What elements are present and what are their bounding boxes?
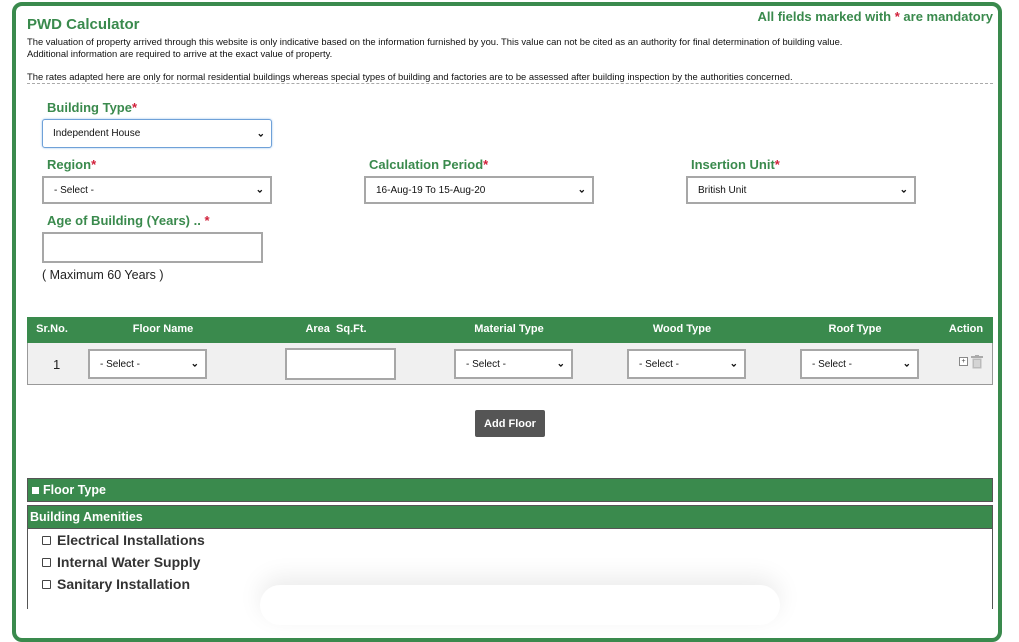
wood-type-value: - Select -: [639, 358, 680, 370]
mandatory-note-text: All fields marked with: [757, 9, 895, 24]
wood-type-select[interactable]: - Select - ⌄: [627, 349, 746, 379]
building-type-label-text: Building Type: [47, 100, 132, 115]
calculation-period-value: 16-Aug-19 To 15-Aug-20: [376, 184, 486, 196]
floor-name-select[interactable]: - Select - ⌄: [88, 349, 207, 379]
required-star: *: [91, 157, 97, 172]
chevron-down-icon: ⌄: [556, 358, 565, 370]
building-type-label: Building Type*: [47, 100, 137, 115]
material-type-select[interactable]: - Select - ⌄: [454, 349, 573, 379]
amenity-label: Electrical Installations: [57, 532, 205, 548]
header-wood-type: Wood Type: [652, 323, 712, 335]
insertion-unit-value: British Unit: [698, 184, 747, 196]
age-label: Age of Building (Years) .. *: [47, 213, 210, 228]
chevron-down-icon: ⌄: [577, 184, 586, 196]
floor-type-label: Floor Type: [43, 483, 106, 497]
building-type-value: Independent House: [53, 128, 141, 139]
header-roof-type: Roof Type: [828, 323, 882, 335]
header-action: Action: [948, 323, 984, 335]
age-input[interactable]: [42, 232, 263, 263]
amenity-item[interactable]: Sanitary Installation: [42, 576, 190, 592]
region-label-text: Region: [47, 157, 92, 172]
building-type-select[interactable]: Independent House ⌄: [42, 119, 272, 148]
required-star: *: [204, 213, 210, 228]
region-select[interactable]: - Select - ⌄: [42, 176, 272, 204]
add-floor-button[interactable]: Add Floor: [475, 410, 545, 437]
amenity-label: Internal Water Supply: [57, 554, 201, 570]
amenity-item[interactable]: Internal Water Supply: [42, 554, 200, 570]
disclaimer-rates: The rates adapted here are only for norm…: [27, 71, 793, 82]
amenity-item[interactable]: Electrical Installations: [42, 532, 205, 548]
chevron-down-icon: ⌄: [899, 184, 908, 196]
calculation-period-label-text: Calculation Period: [369, 157, 484, 172]
chevron-down-icon: ⌄: [190, 358, 199, 370]
collapse-square-icon: [32, 486, 39, 494]
region-label: Region*: [47, 157, 96, 172]
roof-type-value: - Select -: [812, 358, 853, 370]
area-input[interactable]: [285, 348, 396, 380]
trash-icon[interactable]: [971, 355, 983, 369]
mandatory-note: All fields marked with * are mandatory: [757, 9, 993, 24]
amenities-title: Building Amenities: [30, 510, 143, 524]
insertion-unit-select[interactable]: British Unit ⌄: [686, 176, 916, 204]
insertion-unit-label-text: Insertion Unit: [691, 157, 775, 172]
checkbox[interactable]: [42, 535, 51, 545]
expand-plus-icon[interactable]: +: [959, 357, 968, 366]
checkbox[interactable]: [42, 557, 51, 567]
required-star: *: [483, 157, 489, 172]
floor-table-header: Sr.No. Floor Name Area Sq.Ft. Material T…: [27, 317, 993, 344]
header-area: Area Sq.Ft.: [305, 323, 367, 335]
chevron-down-icon: ⌄: [256, 128, 265, 139]
floor-type-toggle[interactable]: Floor Type: [27, 478, 993, 502]
divider: [27, 83, 993, 84]
header-floor-name: Floor Name: [132, 323, 194, 335]
region-value: - Select -: [54, 184, 95, 196]
amenity-label: Sanitary Installation: [57, 576, 191, 592]
chevron-down-icon: ⌄: [902, 358, 911, 370]
page-title: PWD Calculator: [27, 16, 140, 33]
disclaimer-valuation: The valuation of property arrived throug…: [27, 36, 843, 59]
material-type-value: - Select -: [466, 358, 507, 370]
header-sr-no: Sr.No.: [36, 323, 68, 335]
floor-name-value: - Select -: [100, 358, 141, 370]
age-max-note: ( Maximum 60 Years ): [42, 268, 164, 282]
checkbox[interactable]: [42, 579, 51, 589]
required-star: *: [131, 100, 138, 115]
age-label-text: Age of Building (Years) ..: [47, 213, 205, 228]
insertion-unit-label: Insertion Unit*: [691, 157, 780, 172]
amenities-header: Building Amenities: [27, 505, 993, 529]
chevron-down-icon: ⌄: [255, 184, 264, 196]
required-star: *: [774, 157, 780, 172]
chevron-down-icon: ⌄: [729, 358, 738, 370]
calculation-period-select[interactable]: 16-Aug-19 To 15-Aug-20 ⌄: [364, 176, 594, 204]
row-sr-no: 1: [53, 357, 61, 372]
header-material-type: Material Type: [474, 323, 544, 335]
calculation-period-label: Calculation Period*: [369, 157, 488, 172]
roof-type-select[interactable]: - Select - ⌄: [800, 349, 919, 379]
overlay-shadow: [260, 585, 780, 625]
mandatory-note-text-end: are mandatory: [899, 9, 993, 24]
